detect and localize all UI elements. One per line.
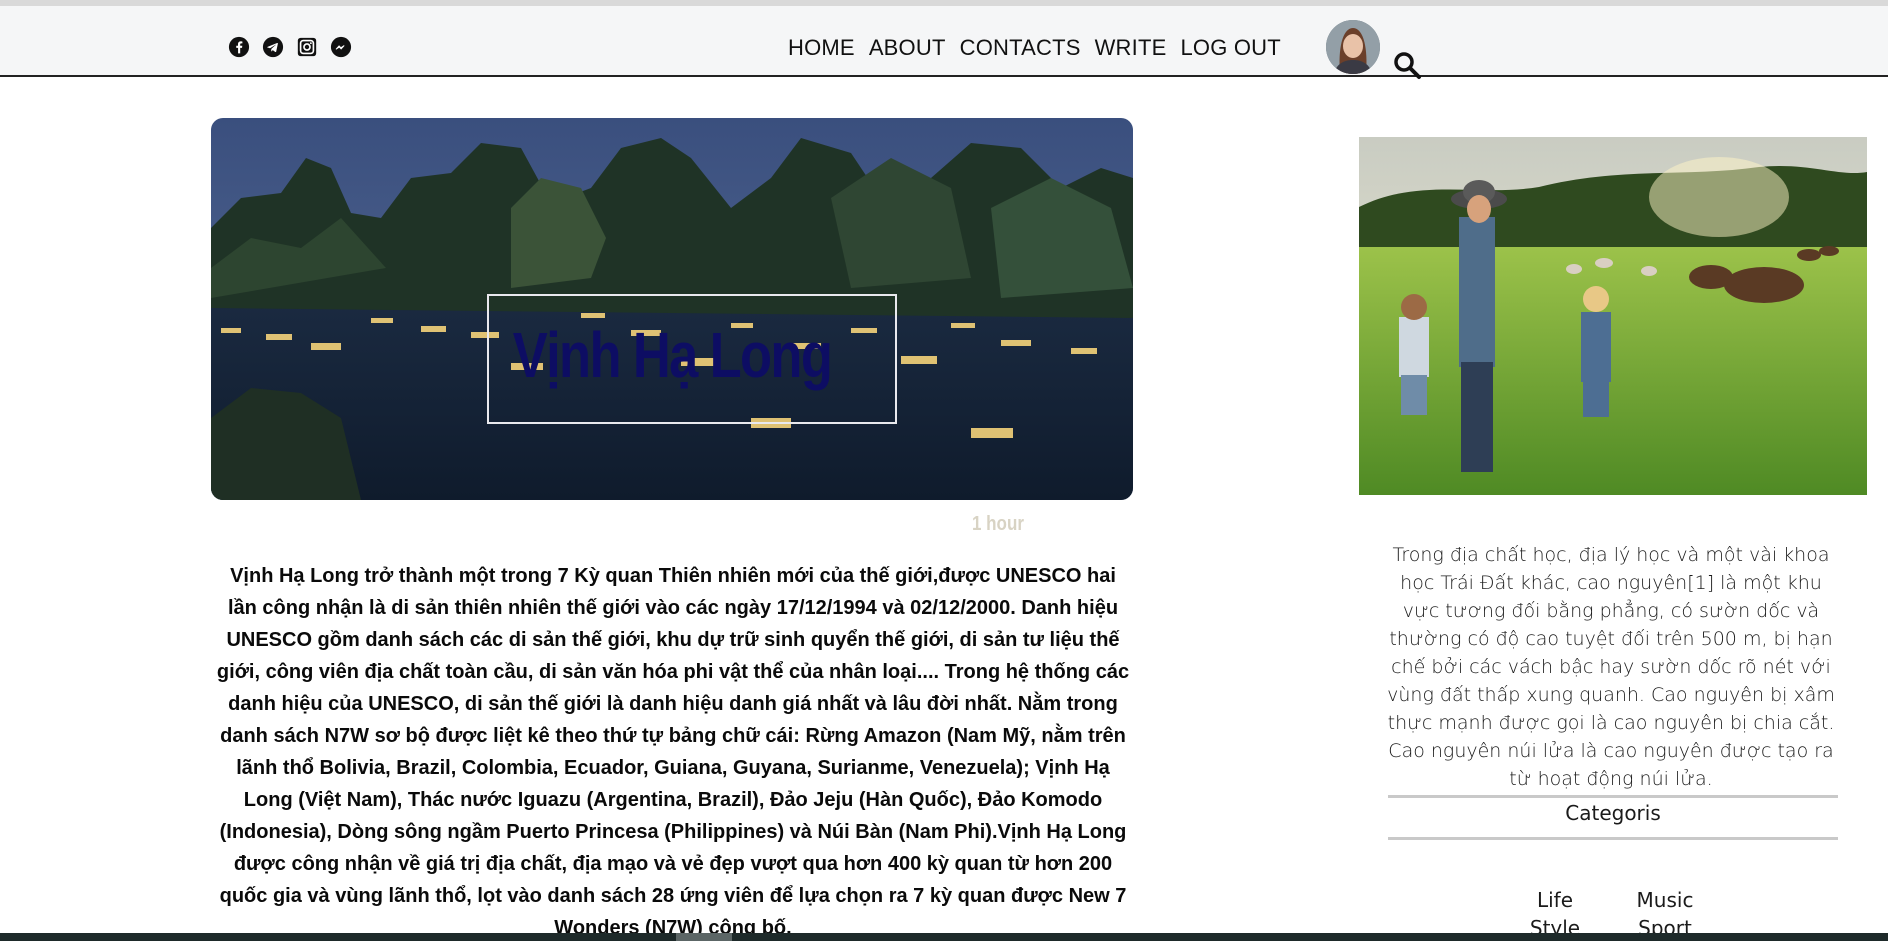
post-time: 1 hour: [972, 513, 1024, 535]
categories-top-divider: [1388, 795, 1838, 798]
hero-title: Vịnh Hạ Long: [512, 319, 833, 391]
scrollbar-thumb[interactable]: [676, 933, 732, 941]
sidebar-photo: [1359, 137, 1867, 495]
social-links: [228, 36, 352, 58]
category-music[interactable]: Music: [1610, 886, 1720, 914]
nav-about[interactable]: ABOUT: [869, 35, 946, 61]
article-body: Vịnh Hạ Long trở thành một trong 7 Kỳ qu…: [216, 565, 1130, 939]
nav-home[interactable]: HOME: [788, 35, 855, 61]
sidebar-description: Trong địa chất học, địa lý học và một và…: [1387, 544, 1835, 790]
nav-contacts[interactable]: CONTACTS: [960, 35, 1081, 61]
categories-bottom-divider: [1388, 837, 1838, 840]
telegram-icon[interactable]: [262, 36, 284, 58]
messenger-icon[interactable]: [330, 36, 352, 58]
categories-title: Categoris: [1565, 801, 1661, 825]
horizontal-scrollbar[interactable]: [0, 933, 1888, 941]
search-icon[interactable]: [1392, 50, 1422, 80]
facebook-icon[interactable]: [228, 36, 250, 58]
nav-logout[interactable]: LOG OUT: [1180, 35, 1280, 61]
category-life[interactable]: Life: [1500, 886, 1610, 914]
hero-banner: Vịnh Hạ Long: [211, 118, 1133, 500]
nav-write[interactable]: WRITE: [1095, 35, 1167, 61]
instagram-icon[interactable]: [296, 36, 318, 58]
top-bar: HOME ABOUT CONTACTS WRITE LOG OUT: [0, 6, 1888, 80]
user-avatar[interactable]: [1326, 20, 1380, 74]
main-nav: HOME ABOUT CONTACTS WRITE LOG OUT: [788, 35, 1281, 61]
